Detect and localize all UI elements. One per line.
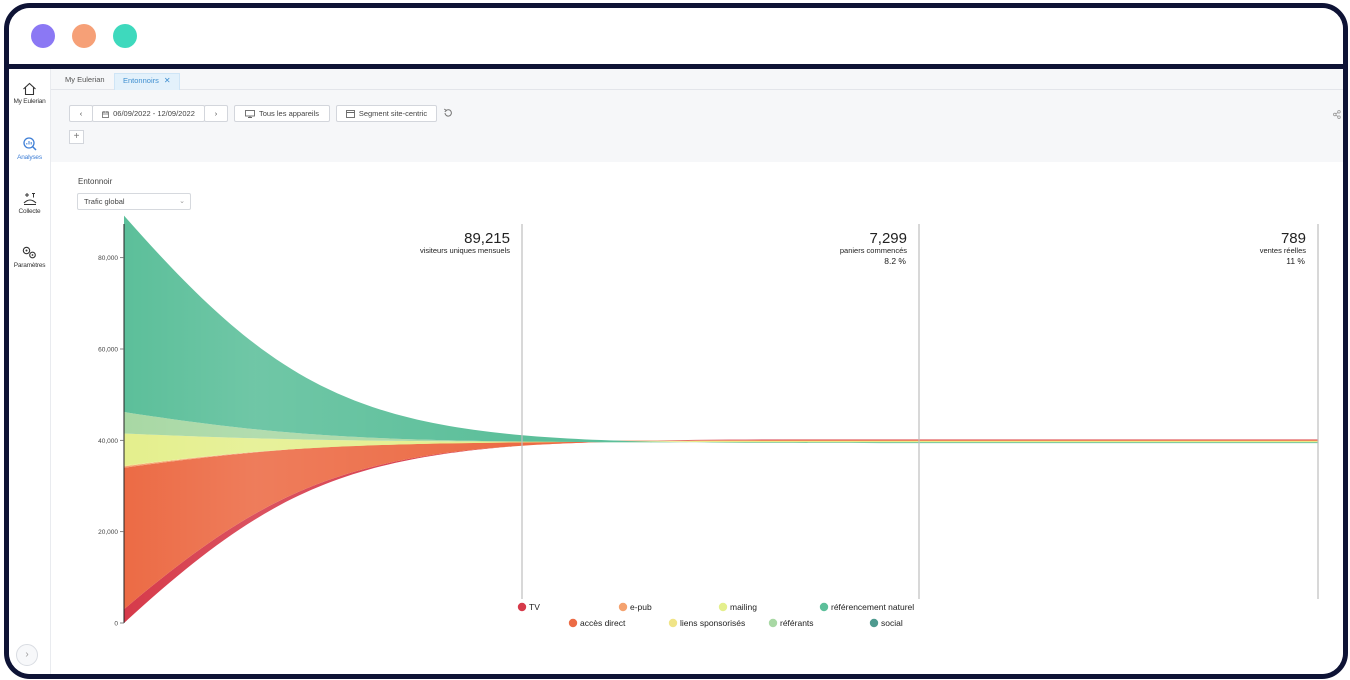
tab-close-icon[interactable]: ✕ [164, 76, 171, 85]
legend-swatch[interactable] [869, 618, 879, 628]
date-range-value: 06/09/2022 - 12/09/2022 [113, 109, 195, 118]
sidebar-item-analyses[interactable]: Analyses [9, 136, 50, 161]
reset-icon[interactable] [443, 108, 453, 118]
legend-label[interactable]: référants [780, 618, 814, 628]
chart-areas [124, 212, 1318, 623]
y-tick-label: 40,000 [98, 438, 118, 445]
toolbar: ‹ 06/09/2022 - 12/09/2022 › Tous les app… [51, 90, 1343, 162]
area-shading [124, 212, 522, 623]
stage-value: 7,299 [869, 230, 907, 247]
window-dot-orange[interactable] [72, 24, 96, 48]
analysis-icon [22, 137, 37, 151]
tab-my-eulerian[interactable]: My Eulerian [57, 73, 113, 89]
legend-swatch[interactable] [618, 602, 628, 612]
device-selector[interactable]: Tous les appareils [234, 105, 330, 122]
legend-swatch[interactable] [517, 602, 527, 612]
home-icon [23, 82, 36, 96]
y-tick-label: 0 [114, 621, 118, 628]
stage-percentage: 8.2 % [884, 256, 906, 266]
sidebar-item-label: Paramètres [13, 262, 46, 269]
sidebar-item-parametres[interactable]: Paramètres [9, 245, 50, 269]
legend-item-mailing[interactable]: mailing [718, 602, 757, 612]
add-filter-button[interactable]: + [69, 130, 84, 144]
legend-item-tv[interactable]: TV [517, 602, 540, 612]
tab-label: Entonnoirs [123, 76, 159, 85]
legend-label[interactable]: accès direct [580, 618, 626, 628]
date-range-picker[interactable]: 06/09/2022 - 12/09/2022 [92, 105, 205, 122]
stage-label: paniers commencés [840, 246, 907, 255]
segment-icon [345, 110, 355, 118]
settings-gears-icon [22, 246, 36, 259]
legend-swatch[interactable] [819, 602, 829, 612]
app-window: My Eulerian Analyses Collecte Paramètres… [4, 3, 1348, 679]
legend-swatch[interactable] [568, 618, 578, 628]
stage-label: ventes réelles [1260, 246, 1307, 255]
funnel-panel: Entonnoir Trafic global ⌄ 0 20,000 40,000 6… [65, 162, 1343, 674]
share-icon[interactable] [1333, 110, 1341, 119]
funnel-chart: 0 20,000 40,000 60,000 80,000 89,215visiteur… [98, 212, 1319, 628]
tab-label: My Eulerian [65, 75, 105, 84]
legend-item-referencement-naturel[interactable]: référencement naturel [819, 602, 914, 612]
device-selector-label: Tous les appareils [258, 109, 320, 118]
tab-bar: My Eulerian Entonnoirs ✕ [51, 69, 1343, 90]
y-tick-label: 20,000 [98, 529, 118, 536]
legend-label[interactable]: social [881, 618, 903, 628]
sidebar-expand-button[interactable]: › [16, 644, 38, 666]
sidebar-item-collecte[interactable]: Collecte [9, 191, 50, 215]
legend-label[interactable]: mailing [730, 602, 757, 612]
legend-item-referants[interactable]: référants [768, 618, 814, 628]
legend-label[interactable]: e-pub [630, 602, 652, 612]
monitor-icon [245, 110, 255, 118]
segment-selector-label: Segment site-centric [358, 109, 428, 118]
chart-legend[interactable]: TV e-pub mailing référencement naturel accès… [517, 602, 914, 628]
legend-swatch[interactable] [768, 618, 778, 628]
tab-entonnoirs[interactable]: Entonnoirs ✕ [114, 73, 180, 90]
legend-swatch[interactable] [668, 618, 678, 628]
window-dot-purple[interactable] [31, 24, 55, 48]
segment-selector[interactable]: Segment site-centric [336, 105, 437, 122]
sidebar-item-label: Analyses [17, 154, 42, 161]
collect-icon [23, 193, 36, 206]
date-prev-button[interactable]: ‹ [69, 105, 93, 122]
legend-item-liens-sponsorises[interactable]: liens sponsorisés [668, 618, 745, 628]
date-next-button[interactable]: › [204, 105, 228, 122]
stage-value: 89,215 [464, 230, 510, 247]
sidebar-item-label: My Eulerian [13, 98, 46, 105]
legend-item-social[interactable]: social [869, 618, 903, 628]
stage-percentage: 11 % [1286, 256, 1305, 266]
legend-item-acces-direct[interactable]: accès direct [568, 618, 626, 628]
legend-label[interactable]: référencement naturel [831, 602, 914, 612]
y-tick-label: 60,000 [98, 347, 118, 354]
sidebar: My Eulerian Analyses Collecte Paramètres… [9, 69, 51, 674]
window-dot-green[interactable] [113, 24, 137, 48]
stage-label: visiteurs uniques mensuels [420, 246, 510, 255]
legend-item-e-pub[interactable]: e-pub [618, 602, 652, 612]
legend-label[interactable]: TV [529, 602, 540, 612]
calendar-icon [102, 111, 110, 118]
window-titlebar [9, 8, 1343, 64]
sidebar-item-label: Collecte [18, 208, 41, 215]
sidebar-item-my-eulerian[interactable]: My Eulerian [9, 82, 50, 105]
stage-value: 789 [1281, 230, 1306, 247]
y-tick-label: 80,000 [98, 255, 118, 262]
legend-label[interactable]: liens sponsorisés [680, 618, 745, 628]
legend-swatch[interactable] [718, 602, 728, 612]
chart-stage-labels: 89,215visiteurs uniques mensuels 7,299pan… [420, 230, 1306, 266]
